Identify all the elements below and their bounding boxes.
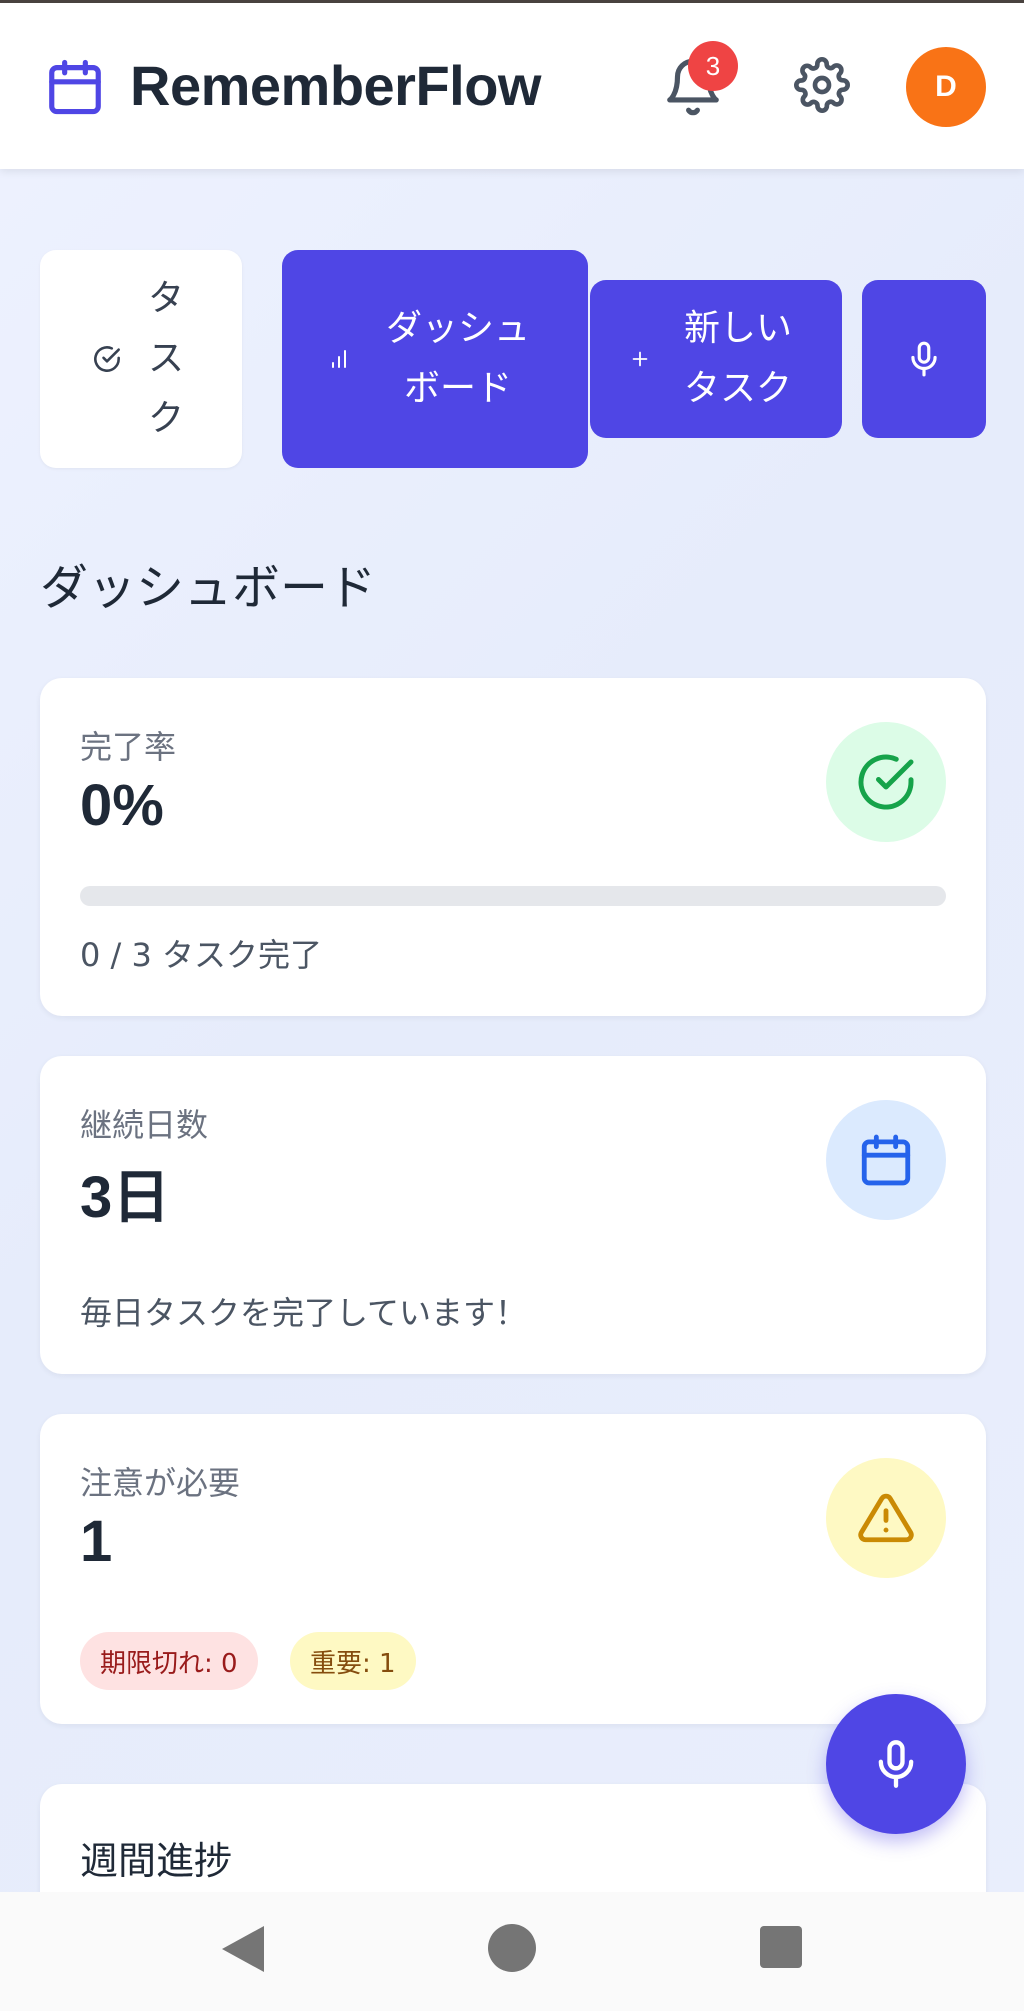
voice-input-button[interactable] bbox=[862, 280, 986, 438]
nav-tasks-label: タスク bbox=[147, 278, 184, 439]
streak-card: 継続日数 3日 毎日タスクを完了しています！ bbox=[40, 1056, 986, 1374]
calendar-icon bbox=[49, 59, 101, 115]
app-header: RememberFlow 3 D bbox=[0, 3, 1024, 169]
page-title: ダッシュボード bbox=[40, 560, 377, 616]
bar-chart-icon bbox=[327, 347, 351, 371]
completion-card: 完了率 0% 0 / 3 タスク完了 bbox=[40, 678, 986, 1016]
check-circle-icon bbox=[93, 345, 121, 373]
warning-icon bbox=[826, 1458, 946, 1578]
app-title: RememberFlow bbox=[130, 54, 542, 117]
recents-icon[interactable] bbox=[760, 1926, 802, 1968]
attention-label: 注意が必要 bbox=[80, 1464, 241, 1502]
microphone-icon bbox=[905, 337, 943, 381]
streak-value: 3日 bbox=[80, 1165, 171, 1230]
calendar-icon bbox=[826, 1100, 946, 1220]
attention-value: 1 bbox=[80, 1509, 113, 1574]
gear-icon[interactable] bbox=[794, 57, 850, 113]
notification-badge: 3 bbox=[688, 41, 738, 91]
completion-value: 0% bbox=[80, 773, 164, 838]
plus-icon bbox=[629, 348, 651, 370]
new-task-label: 新しいタスク bbox=[683, 308, 792, 409]
attention-card: 注意が必要 1 期限切れ: 0 重要: 1 bbox=[40, 1414, 986, 1724]
home-icon[interactable] bbox=[488, 1924, 536, 1972]
overdue-badge: 期限切れ: 0 bbox=[80, 1632, 258, 1690]
completion-label: 完了率 bbox=[80, 728, 177, 766]
completion-summary: 0 / 3 タスク完了 bbox=[80, 936, 323, 974]
system-navigation-bar bbox=[0, 1892, 1024, 2011]
voice-fab-button[interactable] bbox=[826, 1694, 966, 1834]
new-task-button[interactable]: 新しいタスク bbox=[590, 280, 842, 438]
check-circle-icon bbox=[826, 722, 946, 842]
avatar[interactable]: D bbox=[906, 47, 986, 127]
nav-dashboard-button[interactable]: ダッシュボード bbox=[282, 250, 588, 468]
nav-tasks-button[interactable]: タスク bbox=[40, 250, 242, 468]
back-icon[interactable] bbox=[220, 1924, 266, 1974]
weekly-progress-title: 週間進捗 bbox=[80, 1839, 233, 1883]
completion-progress-bar bbox=[80, 886, 946, 906]
important-badge: 重要: 1 bbox=[290, 1632, 416, 1690]
nav-dashboard-label: ダッシュボード bbox=[385, 308, 530, 409]
streak-message: 毎日タスクを完了しています！ bbox=[80, 1294, 528, 1332]
microphone-icon bbox=[870, 1734, 922, 1794]
streak-label: 継続日数 bbox=[80, 1106, 209, 1144]
